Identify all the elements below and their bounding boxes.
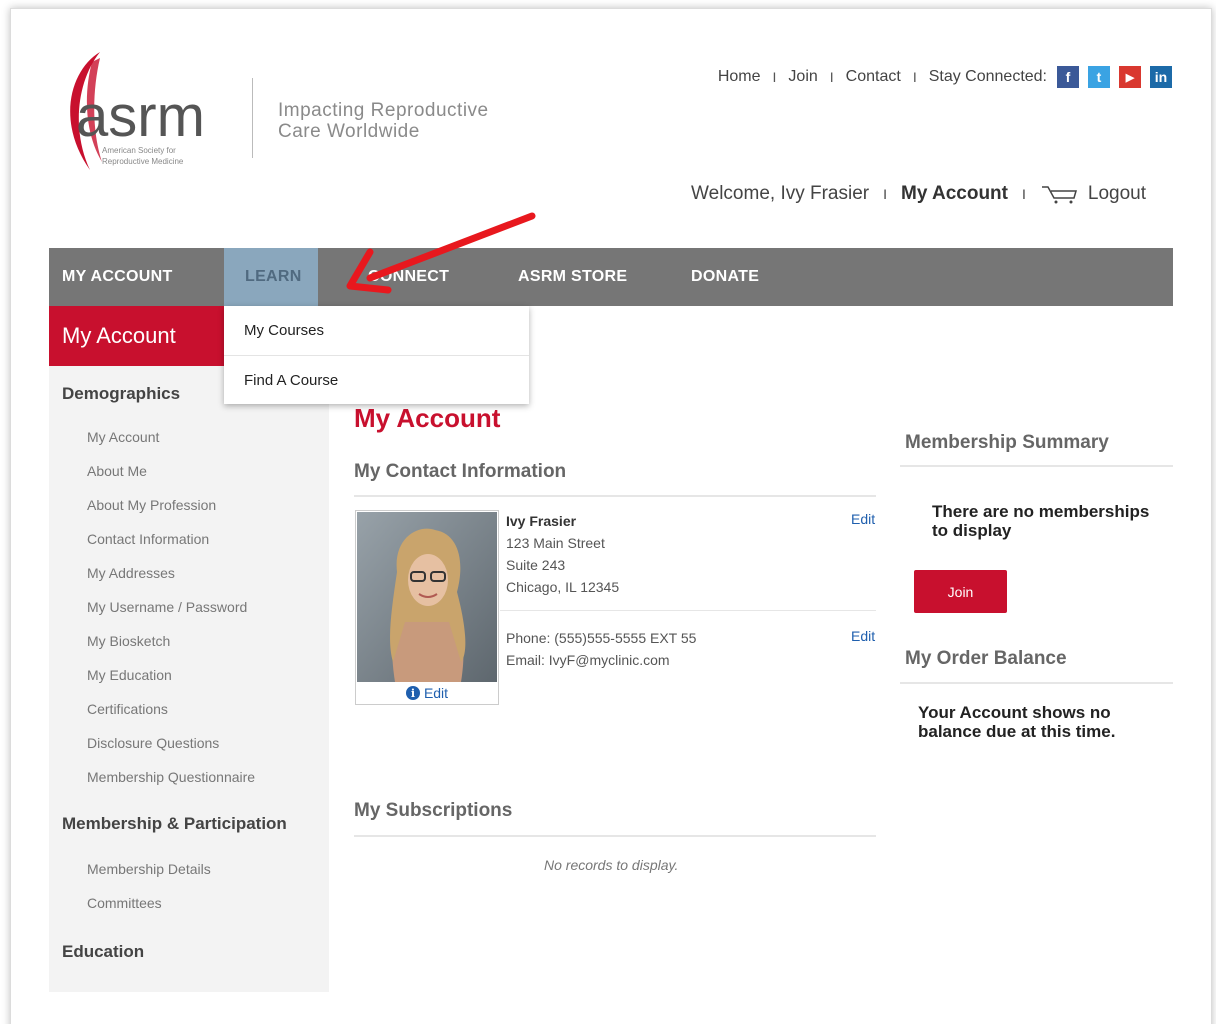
no-records-message: No records to display.: [544, 857, 679, 873]
sidebar-item-username-password[interactable]: My Username / Password: [49, 590, 329, 624]
divider: [900, 682, 1173, 684]
membership-summary-heading: Membership Summary: [905, 432, 1109, 453]
separator: I: [772, 69, 777, 85]
contact-email: Email: IvyF@myclinic.com: [506, 652, 670, 668]
tagline-line-1: Impacting Reproductive: [278, 100, 489, 121]
contact-link[interactable]: Contact: [846, 68, 901, 86]
sidebar: My Account Demographics My Account About…: [49, 306, 329, 992]
contact-name: Ivy Frasier: [506, 513, 577, 529]
dropdown-my-courses[interactable]: My Courses: [224, 306, 529, 355]
tagline: Impacting Reproductive Care Worldwide: [278, 100, 489, 142]
divider: [354, 495, 876, 497]
sidebar-item-committees[interactable]: Committees: [49, 886, 329, 920]
separator: I: [883, 186, 888, 202]
welcome-bar: Welcome, Ivy Frasier I My Account I Logo…: [691, 183, 1146, 205]
sidebar-item-contact-information[interactable]: Contact Information: [49, 522, 329, 556]
tagline-line-2: Care Worldwide: [278, 121, 420, 142]
sidebar-item-certifications[interactable]: Certifications: [49, 692, 329, 726]
welcome-greeting: Welcome, Ivy Frasier: [691, 183, 870, 204]
nav-my-account[interactable]: MY ACCOUNT: [49, 248, 224, 306]
sidebar-item-my-addresses[interactable]: My Addresses: [49, 556, 329, 590]
separator: I: [829, 69, 834, 85]
join-link[interactable]: Join: [788, 68, 817, 86]
sidebar-section-membership[interactable]: Membership & Participation: [49, 814, 329, 844]
sidebar-item-my-account[interactable]: My Account: [49, 420, 329, 454]
my-account-link[interactable]: My Account: [901, 183, 1008, 205]
twitter-icon[interactable]: t: [1088, 66, 1110, 88]
nav-donate[interactable]: DONATE: [691, 248, 772, 306]
divider: [500, 610, 876, 611]
sidebar-heading: My Account: [49, 306, 224, 366]
phone-email-block: Phone: (555)555-5555 EXT 55 Email: IvyF@…: [506, 627, 696, 671]
separator: I: [1021, 186, 1026, 202]
nav-learn[interactable]: LEARN: [224, 248, 318, 306]
facebook-icon[interactable]: f: [1057, 66, 1079, 88]
logo-divider: [252, 78, 253, 158]
edit-phone-link[interactable]: Edit: [851, 628, 875, 644]
stay-connected-label: Stay Connected:: [928, 68, 1047, 85]
contact-info-heading: My Contact Information: [354, 461, 567, 482]
logout-link[interactable]: Logout: [1088, 183, 1146, 205]
contact-phone: Phone: (555)555-5555 EXT 55: [506, 630, 697, 646]
annotation-arrow: [346, 212, 536, 294]
nav-asrm-store[interactable]: ASRM STORE: [518, 248, 691, 306]
sidebar-item-about-my-profession[interactable]: About My Profession: [49, 488, 329, 522]
linkedin-icon[interactable]: in: [1150, 66, 1172, 88]
sidebar-item-my-biosketch[interactable]: My Biosketch: [49, 624, 329, 658]
address-line-1: 123 Main Street: [506, 535, 605, 551]
address-city-state-zip: Chicago, IL 12345: [506, 579, 620, 595]
separator: I: [912, 69, 917, 85]
sidebar-section-education[interactable]: Education: [49, 942, 329, 962]
order-balance-heading: My Order Balance: [905, 648, 1067, 669]
sidebar-item-membership-details[interactable]: Membership Details: [49, 852, 329, 886]
profile-photo-card: i Edit: [355, 510, 499, 705]
subscriptions-heading: My Subscriptions: [354, 800, 513, 821]
divider: [354, 835, 876, 837]
join-button[interactable]: Join: [914, 570, 1007, 613]
page-title: My Account: [354, 403, 501, 433]
sidebar-item-membership-questionnaire[interactable]: Membership Questionnaire: [49, 760, 329, 794]
divider: [900, 465, 1173, 467]
sidebar-item-my-education[interactable]: My Education: [49, 658, 329, 692]
learn-dropdown: My Courses Find A Course: [224, 306, 529, 404]
sidebar-item-about-me[interactable]: About Me: [49, 454, 329, 488]
photo-edit-link[interactable]: i Edit: [356, 683, 498, 703]
sidebar-item-disclosure-questions[interactable]: Disclosure Questions: [49, 726, 329, 760]
dropdown-find-a-course[interactable]: Find A Course: [224, 355, 529, 404]
profile-photo: [357, 512, 497, 682]
youtube-icon[interactable]: ▶: [1119, 66, 1141, 88]
info-icon: i: [405, 686, 420, 700]
social-links: f t ▶ in: [1057, 66, 1172, 88]
photo-edit-label: Edit: [423, 685, 449, 701]
main-nav: MY ACCOUNT LEARN CONNECT ASRM STORE DONA…: [49, 248, 1173, 306]
top-links: Home I Join I Contact I Stay Connected: …: [718, 66, 1172, 88]
no-memberships-message: There are no memberships to display: [932, 502, 1150, 540]
address-line-2: Suite 243: [506, 557, 566, 573]
cart-icon[interactable]: [1040, 184, 1078, 204]
no-balance-message: Your Account shows no balance due at thi…: [918, 703, 1116, 741]
logo-subtext-1: American Society for: [102, 146, 176, 155]
logo-subtext-2: Reproductive Medicine: [102, 157, 184, 166]
edit-address-link[interactable]: Edit: [851, 511, 875, 527]
address-block: Ivy Frasier 123 Main Street Suite 243 Ch…: [506, 510, 619, 598]
logo-wordmark: asrm: [76, 84, 205, 149]
home-link[interactable]: Home: [718, 68, 761, 86]
asrm-logo[interactable]: asrm American Society for Reproductive M…: [62, 52, 232, 172]
